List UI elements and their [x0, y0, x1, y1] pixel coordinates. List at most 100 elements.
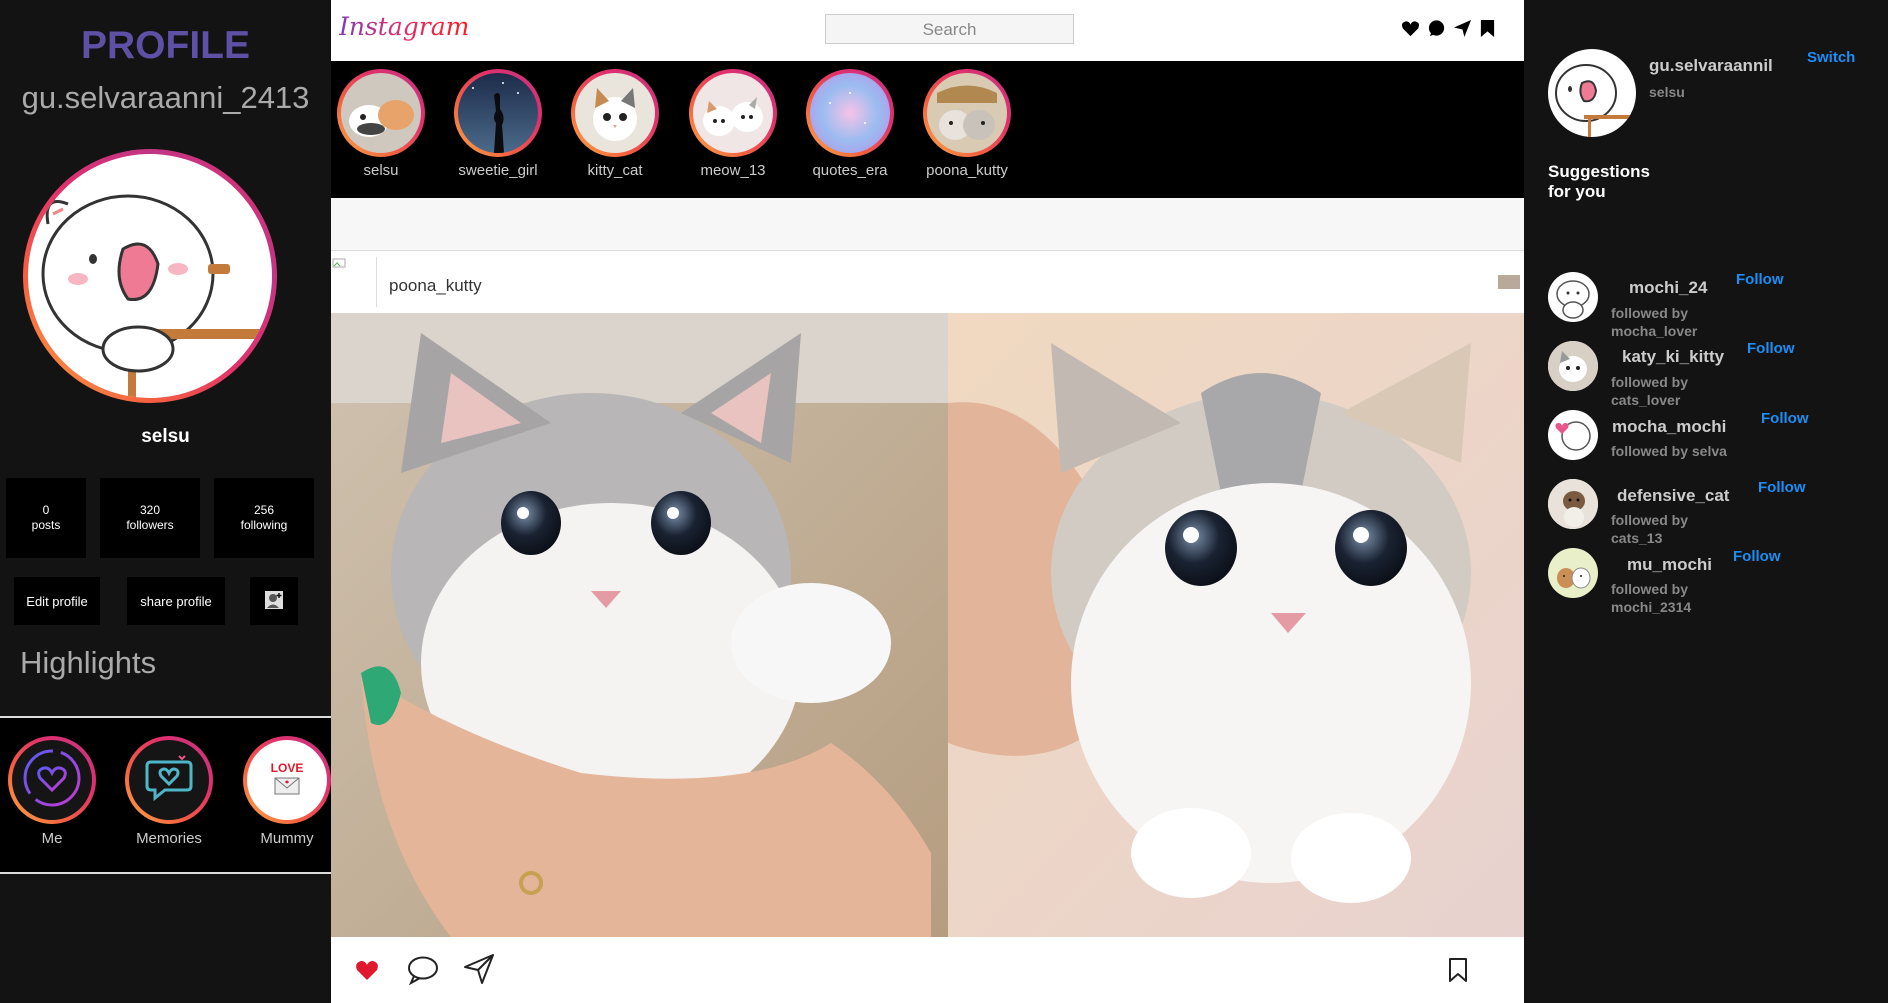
highlight-label: Memories [136, 830, 202, 847]
suggestion-avatar[interactable] [1548, 272, 1598, 322]
highlight-label: Me [41, 830, 63, 847]
current-user-username[interactable]: gu.selvaraannil [1649, 56, 1773, 76]
like-icon[interactable] [355, 959, 379, 986]
add-user-icon [264, 590, 284, 613]
share-profile-button[interactable]: share profile [127, 577, 225, 625]
story-name: sweetie_girl [458, 162, 538, 179]
stat-posts-value: 0 [42, 503, 50, 517]
message-icon[interactable] [1427, 19, 1446, 43]
stat-following[interactable]: 256 following [214, 478, 314, 558]
follow-button[interactable]: Follow [1761, 410, 1809, 427]
story-quotes-era[interactable]: quotes_era [800, 69, 900, 179]
post-image[interactable] [331, 313, 1524, 937]
stat-following-value: 256 [253, 503, 275, 517]
current-user-name: selsu [1649, 84, 1685, 100]
highlight-memories[interactable]: Memories [121, 736, 217, 847]
stories-bar: selsu sweetie_girl kitty_cat meow_13 quo… [331, 61, 1524, 198]
story-avatar-icon [693, 73, 773, 153]
cartoon-cat-avatar-icon [28, 154, 272, 398]
story-poona-kutty[interactable]: poona_kutty [917, 69, 1017, 179]
story-sweetie-girl[interactable]: sweetie_girl [448, 69, 548, 179]
heart-icon[interactable] [1401, 19, 1420, 43]
cat-avatar-icon [1548, 479, 1598, 529]
search-input[interactable]: Search [825, 14, 1074, 44]
post-avatar[interactable] [331, 257, 377, 307]
suggestion-followed-by: followed by mocha_lover [1611, 305, 1698, 339]
post-header: poona_kutty [331, 251, 1524, 313]
post-thumbnail-icon[interactable] [1498, 275, 1520, 289]
love-letter-icon: LOVE [257, 748, 317, 813]
story-selsu[interactable]: selsu [331, 69, 431, 179]
bookmark-icon[interactable] [1479, 19, 1496, 43]
story-name: quotes_era [812, 162, 888, 179]
stat-followers-value: 320 [139, 503, 161, 517]
suggestion-username[interactable]: mocha_mochi [1612, 417, 1726, 437]
switch-account-button[interactable]: Switch [1807, 49, 1855, 66]
stat-posts-label: posts [31, 518, 61, 532]
stat-posts[interactable]: 0 posts [6, 478, 86, 558]
story-meow-13[interactable]: meow_13 [683, 69, 783, 179]
profile-username: gu.selvaraanni_2413 [21, 80, 310, 115]
story-kitty-cat[interactable]: kitty_cat [565, 69, 665, 179]
feed-spacer [331, 198, 1524, 251]
suggestions-title: Suggestions for you [1548, 162, 1651, 201]
story-name: meow_13 [700, 162, 766, 179]
suggestion-avatar[interactable] [1548, 341, 1598, 391]
send-icon[interactable] [1453, 19, 1472, 43]
stat-followers-label: followers [126, 518, 174, 532]
edit-profile-button[interactable]: Edit profile [14, 577, 100, 625]
suggestion-username[interactable]: mu_mochi [1627, 555, 1712, 575]
suggestion-followed-by: followed by mochi_2314 [1611, 581, 1692, 615]
suggestion-username[interactable]: mochi_24 [1629, 278, 1707, 298]
profile-display-name: selsu [141, 426, 190, 447]
story-name: kitty_cat [587, 162, 643, 179]
suggestion-avatar[interactable] [1548, 479, 1598, 529]
story-avatar-icon [575, 73, 655, 153]
highlights-title: Highlights [20, 645, 157, 680]
highlight-mummy[interactable]: LOVE Mummy [239, 736, 335, 847]
broken-image-icon [332, 258, 346, 268]
stat-following-label: following [240, 518, 288, 532]
post-actions-bar [331, 937, 1524, 1003]
story-name: poona_kutty [926, 162, 1008, 179]
add-user-button[interactable] [250, 577, 298, 625]
profile-sidebar: PROFILE gu.selvaraanni_2413 selsu 0 post… [0, 0, 331, 1003]
instagram-logo[interactable]: Instagram [339, 12, 469, 41]
story-avatar-icon [927, 73, 1007, 153]
save-icon[interactable] [1448, 957, 1468, 988]
follow-button[interactable]: Follow [1747, 340, 1795, 357]
suggestion-username[interactable]: katy_ki_kitty [1622, 347, 1724, 367]
bears-avatar-icon [1557, 567, 1591, 589]
top-icons [1401, 19, 1496, 43]
profile-avatar[interactable] [23, 149, 277, 403]
post-username[interactable]: poona_kutty [389, 276, 482, 296]
suggestion-avatar[interactable] [1548, 548, 1598, 598]
follow-button[interactable]: Follow [1758, 479, 1806, 496]
suggestions-sidebar: gu.selvaraannil selsu Switch Suggestions… [1524, 0, 1888, 1003]
story-avatar-icon [810, 73, 890, 153]
profile-heading: PROFILE [80, 24, 250, 67]
svg-text:LOVE: LOVE [271, 761, 304, 775]
heart-circle-icon [22, 748, 82, 813]
story-name: selsu [363, 162, 399, 179]
cartoon-avatar-icon [1556, 280, 1590, 319]
highlight-me[interactable]: Me [4, 736, 100, 847]
story-avatar-icon [341, 73, 421, 153]
follow-button[interactable]: Follow [1736, 271, 1784, 288]
current-user-avatar[interactable] [1548, 49, 1636, 137]
top-navigation-bar: Instagram Search [331, 0, 1524, 61]
suggestion-avatar[interactable] [1548, 410, 1598, 460]
story-avatar-icon [458, 73, 538, 153]
kitten-photo-icon [331, 313, 1524, 937]
highlight-label: Mummy [260, 830, 314, 847]
highlights-band: Me Memories LOVE Mummy [0, 716, 331, 874]
kitten-avatar-icon [1548, 341, 1598, 391]
suggestion-followed-by: followed by selva [1611, 443, 1727, 459]
suggestion-followed-by: followed by cats_lover [1611, 374, 1688, 408]
cartoon-cat-avatar-icon [1555, 64, 1634, 137]
stat-followers[interactable]: 320 followers [100, 478, 200, 558]
share-icon[interactable] [463, 953, 495, 990]
follow-button[interactable]: Follow [1733, 548, 1781, 565]
comment-icon[interactable] [407, 955, 439, 990]
suggestion-username[interactable]: defensive_cat [1617, 486, 1729, 506]
